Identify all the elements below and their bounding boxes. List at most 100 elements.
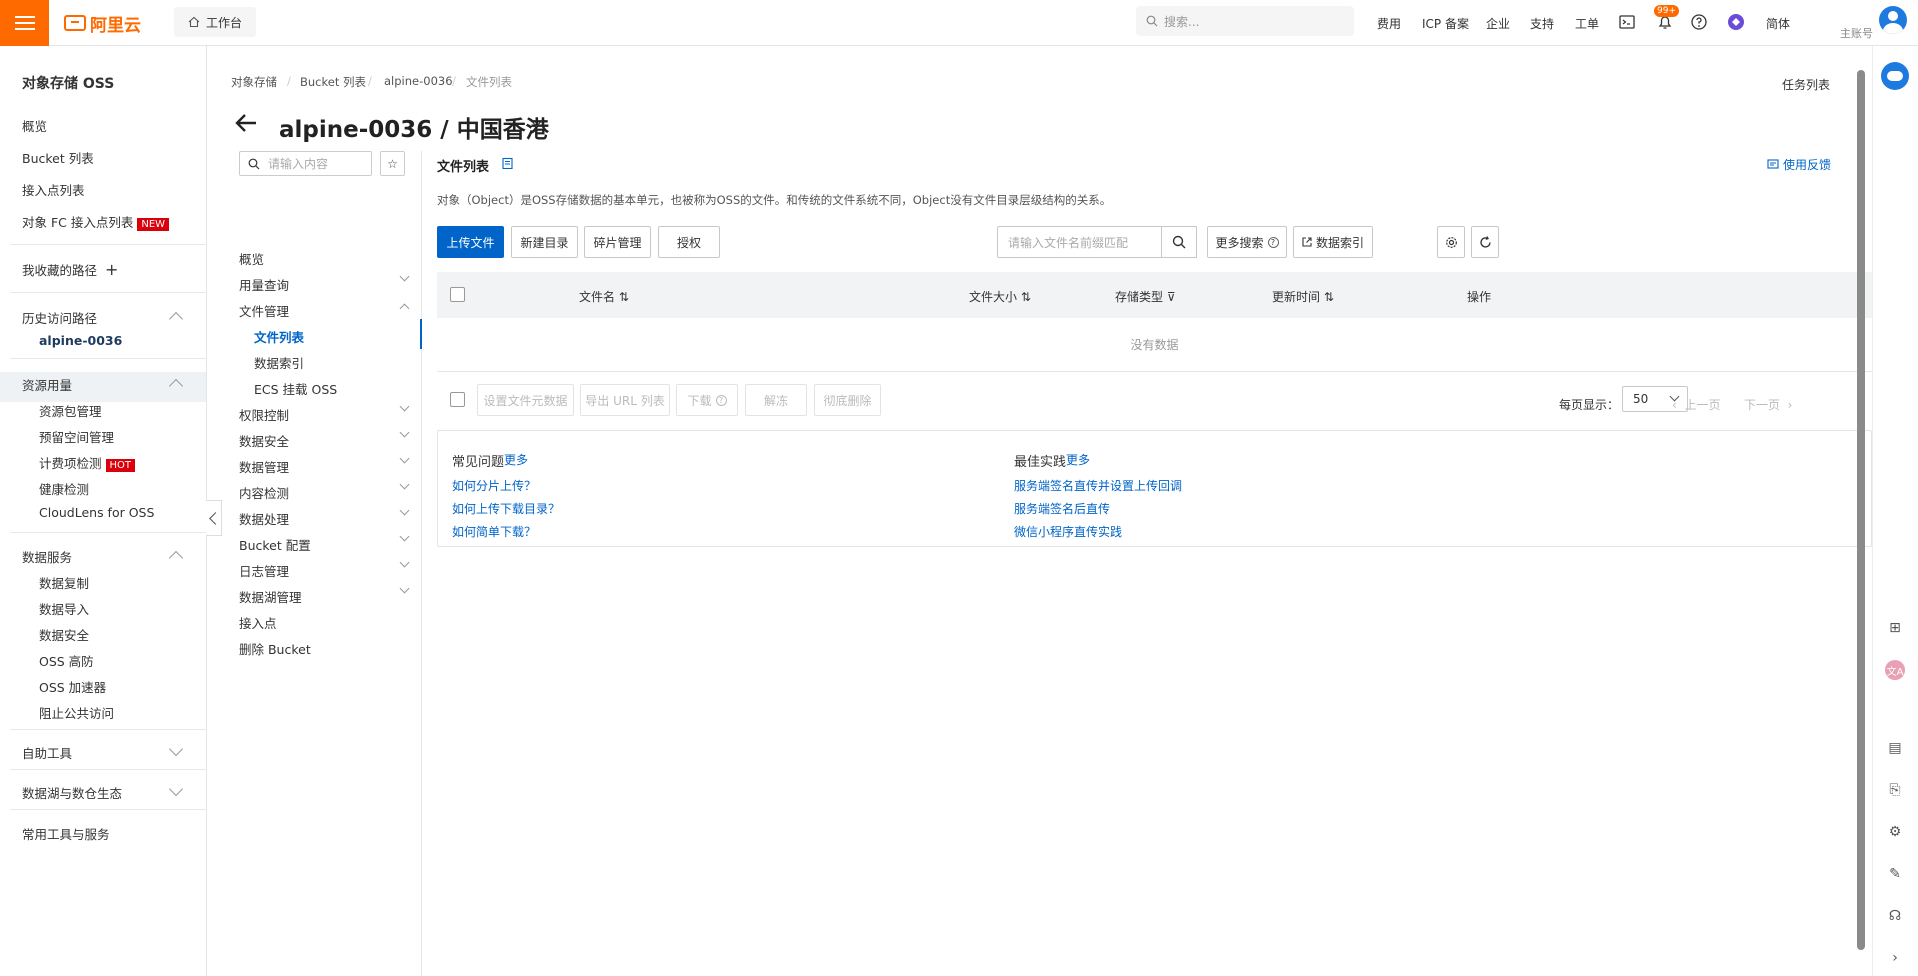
sidebar-item-reserved-space[interactable]: 预留空间管理	[39, 427, 114, 446]
faq-link-directory[interactable]: 如何上传下载目录？	[452, 500, 560, 517]
ai-assistant-icon[interactable]	[1727, 13, 1745, 31]
faq-more-link[interactable]: 更多	[504, 451, 528, 468]
subnav-item-14[interactable]: 接入点	[239, 613, 277, 632]
best-practice-link-wechat[interactable]: 微信小程序直传实践	[1014, 523, 1122, 540]
sidebar-item-data-security[interactable]: 数据安全	[39, 625, 89, 644]
refresh-button[interactable]	[1471, 226, 1499, 258]
gear-icon[interactable]: ⚙	[1885, 822, 1905, 842]
nav-link-support[interactable]: 支持	[1530, 15, 1554, 32]
chevron-down-icon[interactable]	[399, 479, 410, 490]
sidebar-item-health-check[interactable]: 健康检测	[39, 479, 89, 498]
subnav-item-4[interactable]: 数据索引	[254, 353, 304, 372]
breadcrumb-bucket-list[interactable]: Bucket 列表	[300, 74, 366, 90]
new-directory-button[interactable]: 新建目录	[511, 226, 578, 258]
sidebar-item-access-points[interactable]: 接入点列表	[22, 180, 85, 199]
nav-link-fees[interactable]: 费用	[1377, 15, 1401, 32]
chevron-down-icon[interactable]	[399, 453, 410, 464]
sidebar-favorites[interactable]: 我收藏的路径 +	[22, 260, 118, 279]
apps-grid-icon[interactable]: ⊞	[1885, 618, 1905, 638]
subnav-item-7[interactable]: 数据安全	[239, 431, 289, 450]
more-search-button[interactable]: 更多搜索 ?	[1207, 226, 1287, 258]
star-icon[interactable]: ☆	[380, 151, 405, 176]
history-item-alpine[interactable]: alpine-0036	[39, 333, 122, 348]
help-icon[interactable]	[1690, 13, 1708, 31]
nav-link-enterprise[interactable]: 企业	[1486, 15, 1510, 32]
chevron-down-icon[interactable]	[399, 583, 410, 594]
sidebar-item-data-import[interactable]: 数据导入	[39, 599, 89, 618]
sidebar-data-service[interactable]: 数据服务	[22, 547, 72, 566]
select-all-checkbox[interactable]	[450, 287, 465, 302]
export-url-button[interactable]: 导出 URL 列表	[580, 384, 670, 416]
subnav-item-10[interactable]: 数据处理	[239, 509, 289, 528]
set-metadata-button[interactable]: 设置文件元数据	[477, 384, 574, 416]
best-practice-link-callback[interactable]: 服务端签名直传并设置上传回调	[1014, 477, 1182, 494]
faq-link-multipart[interactable]: 如何分片上传？	[452, 477, 536, 494]
file-prefix-search-input[interactable]: 请输入文件名前缀匹配	[997, 226, 1162, 258]
subnav-item-2[interactable]: 文件管理	[239, 301, 289, 320]
back-arrow-icon[interactable]	[234, 112, 258, 134]
nav-link-ticket[interactable]: 工单	[1575, 15, 1599, 32]
sidebar-item-overview[interactable]: 概览	[22, 116, 47, 135]
bulk-select-checkbox[interactable]	[450, 392, 465, 407]
chevron-down-icon[interactable]	[399, 427, 410, 438]
sidebar-item-fc-access-points[interactable]: 对象 FC 接入点列表 NEW	[22, 212, 170, 231]
subnav-item-11[interactable]: Bucket 配置	[239, 535, 311, 554]
subnav-search-input[interactable]: 请输入内容	[239, 151, 372, 176]
hamburger-menu-button[interactable]	[0, 0, 49, 46]
language-switch[interactable]: 简体	[1766, 15, 1790, 32]
download-button[interactable]: 下载 ?	[676, 384, 738, 416]
sidebar-resource-usage[interactable]: 资源用量	[22, 375, 72, 394]
chevron-down-icon[interactable]	[168, 741, 184, 757]
column-updated-at[interactable]: 更新时间 ⇅	[1272, 288, 1334, 305]
column-filesize[interactable]: 文件大小 ⇅	[969, 288, 1031, 305]
chevron-down-icon[interactable]	[399, 505, 410, 516]
chevron-down-icon[interactable]	[399, 557, 410, 568]
global-search-input[interactable]: 搜索...	[1136, 6, 1354, 36]
column-storage-class[interactable]: 存储类型 ⊽	[1115, 288, 1176, 305]
chevron-down-icon[interactable]	[399, 531, 410, 542]
sidebar-history[interactable]: 历史访问路径	[22, 308, 97, 327]
headset-icon[interactable]: ☊	[1885, 906, 1905, 926]
sidebar-item-oss-accelerator[interactable]: OSS 加速器	[39, 677, 106, 696]
task-list-link[interactable]: 任务列表	[1782, 76, 1830, 93]
subnav-item-12[interactable]: 日志管理	[239, 561, 289, 580]
chevron-down-icon[interactable]	[168, 781, 184, 797]
chevron-up-icon[interactable]	[168, 550, 184, 566]
best-practice-link-signed[interactable]: 服务端签名后直传	[1014, 500, 1110, 517]
subnav-item-1[interactable]: 用量查询	[239, 275, 289, 294]
subnav-item-0[interactable]: 概览	[239, 249, 264, 268]
sidebar-item-block-public-access[interactable]: 阻止公共访问	[39, 703, 114, 722]
unfreeze-button[interactable]: 解冻	[745, 384, 807, 416]
terminal-icon[interactable]	[1618, 13, 1636, 31]
workbench-button[interactable]: 工作台	[174, 7, 257, 37]
nav-link-icp[interactable]: ICP 备案	[1422, 15, 1469, 32]
subnav-item-8[interactable]: 数据管理	[239, 457, 289, 476]
sidebar-common-tools[interactable]: 常用工具与服务	[22, 824, 110, 843]
sidebar-item-oss-ddos[interactable]: OSS 高防	[39, 651, 94, 670]
translate-icon[interactable]: 文A	[1885, 660, 1905, 680]
document-icon[interactable]	[502, 157, 513, 169]
file-search-button[interactable]	[1161, 226, 1197, 258]
assistant-robot-icon[interactable]	[1881, 62, 1909, 90]
chevron-down-icon[interactable]	[399, 271, 410, 282]
subnav-item-3[interactable]: 文件列表	[254, 327, 304, 346]
breadcrumb-oss[interactable]: 对象存储	[231, 74, 277, 90]
subnav-item-6[interactable]: 权限控制	[239, 405, 289, 424]
subnav-item-9[interactable]: 内容检测	[239, 483, 289, 502]
sidebar-item-data-replication[interactable]: 数据复制	[39, 573, 89, 592]
chevron-down-icon[interactable]	[399, 401, 410, 412]
chevron-up-icon[interactable]	[168, 311, 184, 327]
aliyun-logo[interactable]: 阿里云	[64, 11, 141, 36]
chevron-right-icon[interactable]: ›	[1885, 948, 1905, 968]
data-index-button[interactable]: 数据索引	[1293, 226, 1373, 258]
prev-page-button[interactable]: ‹ 上一页	[1672, 396, 1720, 413]
faq-link-simple-download[interactable]: 如何简单下载？	[452, 523, 536, 540]
edit-icon[interactable]: ✎	[1885, 864, 1905, 884]
sidebar-item-billing-check[interactable]: 计费项检测 HOT	[39, 453, 136, 472]
subnav-item-13[interactable]: 数据湖管理	[239, 587, 302, 606]
sidebar-self-tools[interactable]: 自助工具	[22, 743, 72, 762]
plus-icon[interactable]: +	[105, 260, 118, 279]
document-icon[interactable]: ▤	[1885, 738, 1905, 758]
subnav-item-15[interactable]: 删除 Bucket	[239, 639, 311, 658]
feedback-link[interactable]: 使用反馈	[1767, 156, 1831, 173]
